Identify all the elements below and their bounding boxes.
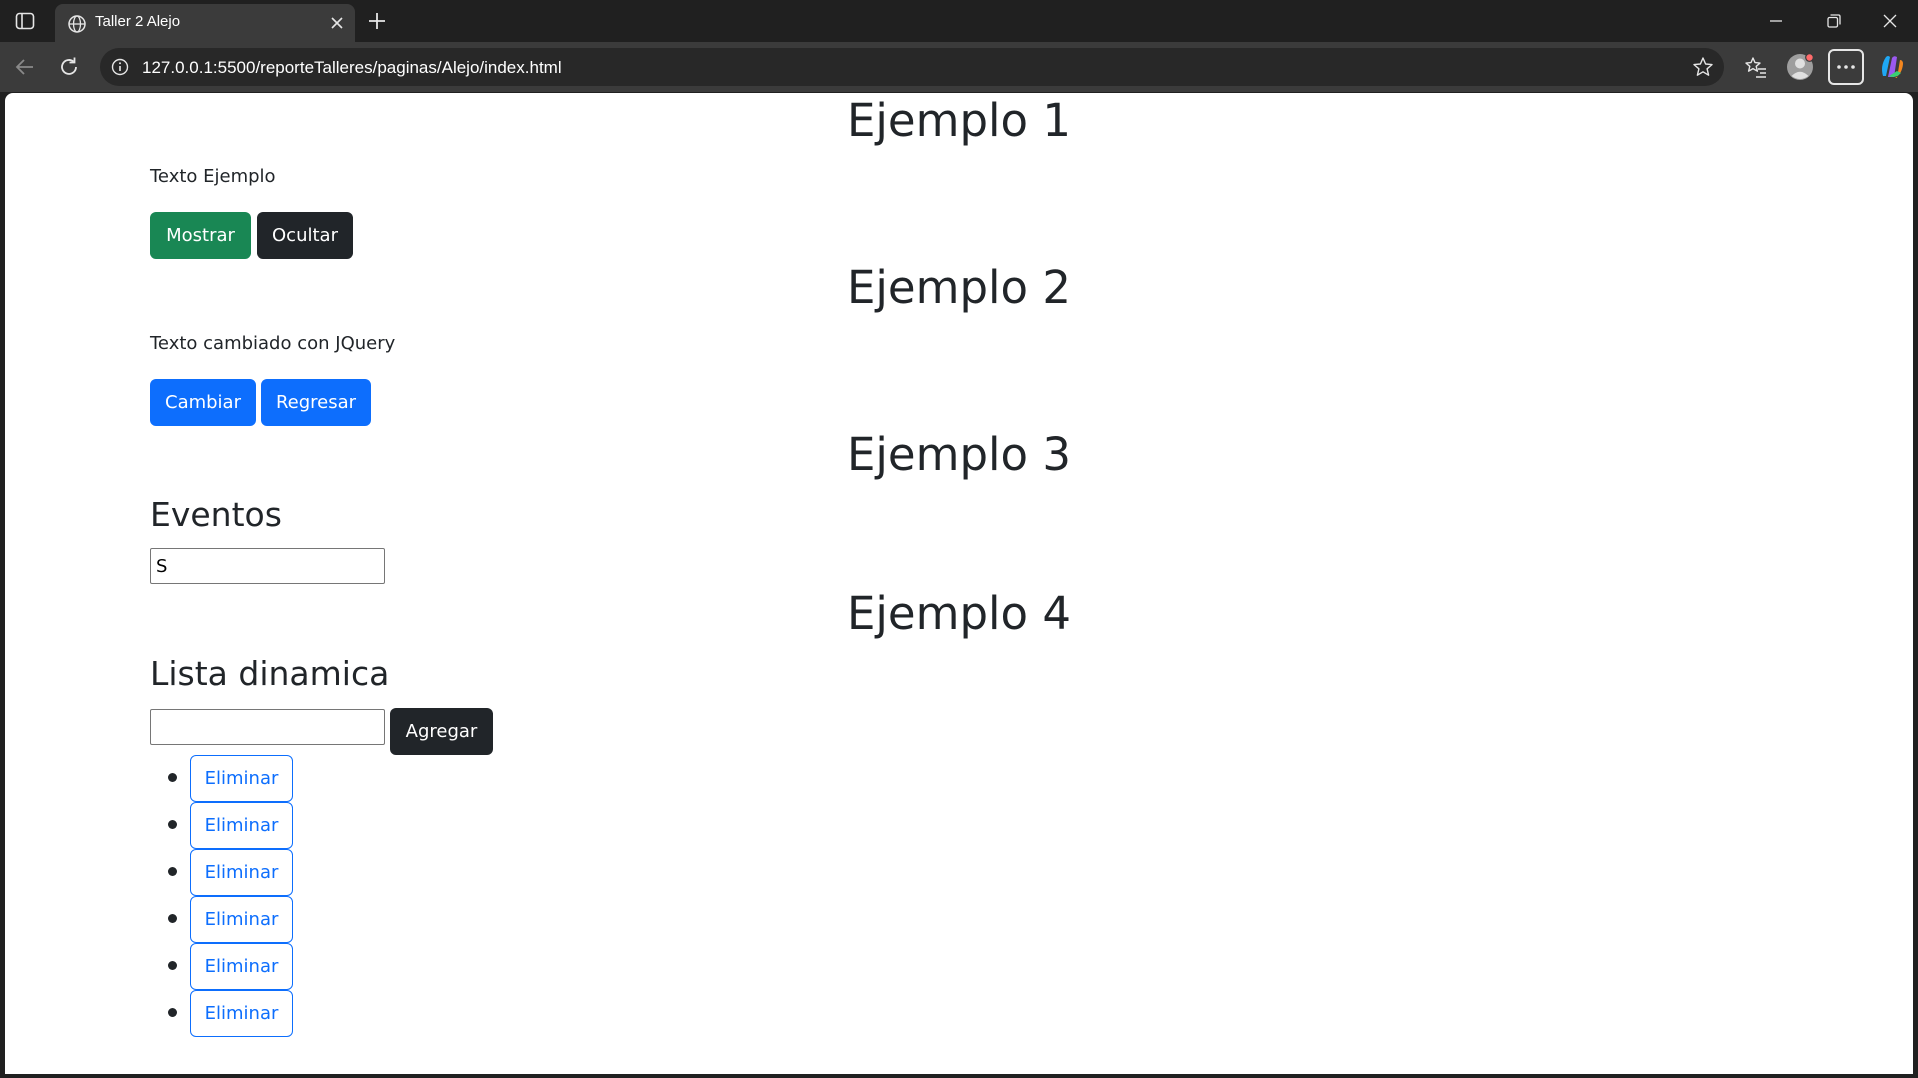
delete-button[interactable]: Eliminar	[190, 943, 293, 990]
list-bullet	[168, 1008, 177, 1017]
list-item-input[interactable]	[150, 709, 385, 745]
list-bullet	[168, 867, 177, 876]
browser-toolbar: 127.0.0.1:5500/reporteTalleres/paginas/A…	[0, 42, 1918, 92]
delete-button[interactable]: Eliminar	[190, 755, 293, 802]
restore-icon[interactable]	[1806, 0, 1862, 42]
browser-tab[interactable]: Taller 2 Alejo	[55, 4, 355, 42]
window-close-icon[interactable]	[1862, 0, 1918, 42]
list-bullet	[168, 961, 177, 970]
ejemplo2-heading: Ejemplo 2	[847, 261, 1071, 314]
delete-button[interactable]: Eliminar	[190, 802, 293, 849]
back-arrow-icon[interactable]	[9, 51, 41, 83]
show-button[interactable]: Mostrar	[150, 212, 251, 259]
list-bullet	[168, 773, 177, 782]
address-bar[interactable]: 127.0.0.1:5500/reporteTalleres/paginas/A…	[100, 48, 1724, 86]
revert-button[interactable]: Regresar	[261, 379, 371, 426]
ejemplo4-heading: Ejemplo 4	[847, 587, 1071, 640]
change-button[interactable]: Cambiar	[150, 379, 256, 426]
plus-icon[interactable]	[364, 8, 390, 34]
list-bullet	[168, 914, 177, 923]
tab-title: Taller 2 Alejo	[95, 13, 181, 30]
add-button[interactable]: Agregar	[390, 708, 493, 755]
delete-button[interactable]: Eliminar	[190, 849, 293, 896]
star-icon[interactable]	[1692, 56, 1714, 78]
copilot-icon[interactable]	[1874, 49, 1910, 85]
close-icon[interactable]	[327, 13, 347, 33]
minimize-icon[interactable]	[1748, 0, 1804, 42]
eventos-heading: Eventos	[150, 495, 282, 534]
ejemplo1-heading: Ejemplo 1	[847, 94, 1071, 147]
page-viewport: Ejemplo 1 Texto Ejemplo Mostrar Ocultar …	[5, 93, 1913, 1074]
delete-button[interactable]: Eliminar	[190, 896, 293, 943]
tab-bar: Taller 2 Alejo	[0, 0, 1918, 42]
reload-icon[interactable]	[53, 51, 85, 83]
ejemplo1-text: Texto Ejemplo	[150, 166, 276, 187]
more-icon[interactable]	[1828, 49, 1864, 85]
ejemplo3-heading: Ejemplo 3	[847, 428, 1071, 481]
hide-button[interactable]: Ocultar	[257, 212, 353, 259]
lista-dinamica-heading: Lista dinamica	[150, 654, 390, 693]
url-text: 127.0.0.1:5500/reporteTalleres/paginas/A…	[142, 58, 562, 77]
info-icon[interactable]	[110, 57, 130, 77]
eventos-input[interactable]	[150, 548, 385, 584]
favorites-icon[interactable]	[1738, 49, 1774, 85]
list-bullet	[168, 820, 177, 829]
globe-icon	[67, 14, 87, 34]
profile-icon[interactable]	[1782, 49, 1818, 85]
ejemplo2-text: Texto cambiado con JQuery	[150, 333, 396, 354]
sidebar-toggle-icon[interactable]	[8, 8, 42, 34]
delete-button[interactable]: Eliminar	[190, 990, 293, 1037]
